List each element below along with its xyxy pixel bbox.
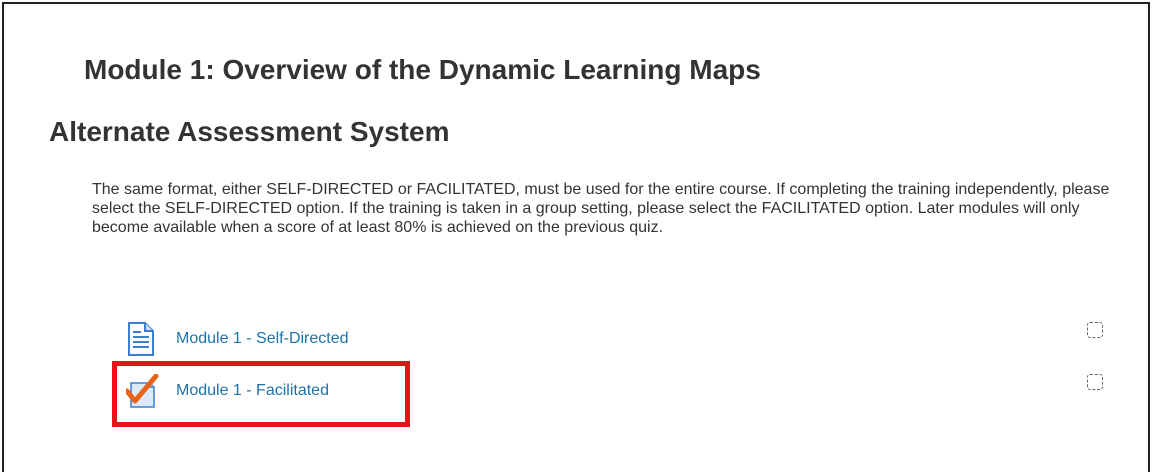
- activity-link-self-directed[interactable]: Module 1 - Self-Directed: [176, 330, 349, 348]
- section-title-line-1: Module 1: Overview of the Dynamic Learni…: [84, 54, 761, 85]
- course-section-frame: Module 1: Overview of the Dynamic Learni…: [2, 2, 1150, 472]
- section-title-line-2: Alternate Assessment System: [49, 116, 450, 147]
- page-icon: [126, 322, 160, 356]
- completion-checkbox-facilitated[interactable]: [1087, 374, 1103, 390]
- activity-self-directed[interactable]: Module 1 - Self-Directed: [126, 322, 349, 356]
- highlight-box: [112, 361, 410, 427]
- section-summary: The same format, either SELF-DIRECTED or…: [92, 181, 1110, 236]
- completion-checkbox-self-directed[interactable]: [1087, 322, 1103, 338]
